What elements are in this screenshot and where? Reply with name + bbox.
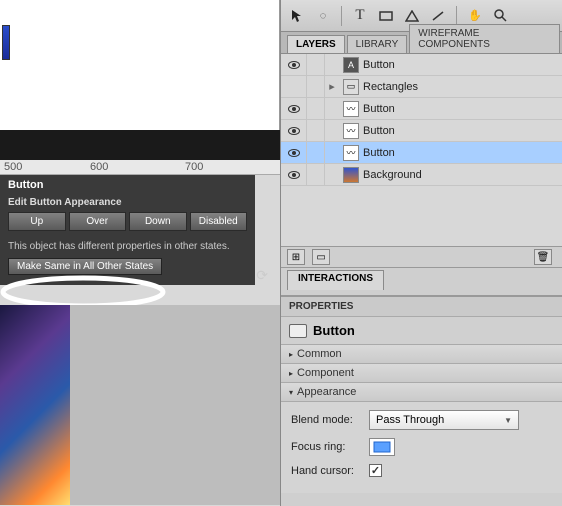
state-over-button[interactable]: Over (69, 212, 127, 231)
focus-ring-swatch[interactable] (369, 438, 395, 456)
tab-library[interactable]: LIBRARY (347, 35, 408, 53)
panel-subtitle: Edit Button Appearance (8, 197, 247, 208)
delete-layer-button[interactable]: 🗑 (534, 249, 552, 265)
state-down-button[interactable]: Down (129, 212, 187, 231)
section-component[interactable]: ▸Component (281, 364, 562, 383)
expand-icon[interactable]: ▸ (325, 80, 339, 93)
layer-row[interactable]: Background (281, 164, 562, 186)
hand-cursor-checkbox[interactable]: ✓ (369, 464, 382, 477)
canvas-top (0, 0, 280, 130)
image-layer-icon (343, 167, 359, 183)
eye-icon[interactable] (288, 149, 300, 157)
zoom-tool-icon[interactable] (493, 8, 509, 24)
component-title: Button (281, 317, 562, 344)
selection-handle[interactable] (2, 25, 10, 60)
blend-mode-label: Blend mode: (291, 414, 361, 426)
sync-icon[interactable]: ⟳ (256, 267, 268, 284)
swirl-layer-icon: 〰 (343, 101, 359, 117)
text-tool-icon[interactable]: T (352, 8, 368, 24)
state-disabled-button[interactable]: Disabled (190, 212, 248, 231)
layer-row[interactable]: 〰 Button (281, 120, 562, 142)
states-note: This object has different properties in … (8, 241, 247, 252)
component-icon (289, 324, 307, 338)
focus-ring-label: Focus ring: (291, 441, 361, 453)
section-common[interactable]: ▸Common (281, 345, 562, 364)
hand-cursor-label: Hand cursor: (291, 465, 361, 477)
state-up-button[interactable]: Up (8, 212, 66, 231)
rectangle-tool-icon[interactable] (378, 8, 394, 24)
eye-icon[interactable] (288, 127, 300, 135)
layer-row[interactable]: 〰 Button (281, 98, 562, 120)
hand-tool-icon[interactable]: ✋ (467, 8, 483, 24)
swirl-layer-icon: 〰 (343, 145, 359, 161)
canvas-header: ⟳ (0, 130, 280, 160)
layer-row[interactable]: A Button (281, 54, 562, 76)
folder-icon: ▭ (343, 79, 359, 95)
swirl-layer-icon: 〰 (343, 123, 359, 139)
subselect-tool-icon[interactable]: ◌ (315, 8, 331, 24)
tab-interactions[interactable]: INTERACTIONS (287, 270, 384, 290)
layers-list: A Button ▸ ▭ Rectangles 〰 Button 〰 Butto… (281, 54, 562, 246)
triangle-tool-icon[interactable] (404, 8, 420, 24)
properties-header: PROPERTIES (281, 297, 562, 317)
layer-row[interactable]: ▸ ▭ Rectangles (281, 76, 562, 98)
button-edit-panel: Button Edit Button Appearance Up Over Do… (0, 175, 255, 285)
eye-icon[interactable] (288, 171, 300, 179)
panel-tabs: LAYERS LIBRARY WIREFRAME COMPONENTS (281, 32, 562, 54)
tab-wireframe[interactable]: WIREFRAME COMPONENTS (409, 24, 560, 53)
eye-icon[interactable] (288, 61, 300, 69)
new-layer-button[interactable]: ⊞ (287, 249, 305, 265)
button-layer-icon: A (343, 57, 359, 73)
layers-toolbar: ⊞ ▭ 🗑 (281, 246, 562, 268)
line-tool-icon[interactable] (430, 8, 446, 24)
selection-tool-icon[interactable] (289, 8, 305, 24)
background-image (0, 305, 70, 505)
eye-icon[interactable] (288, 105, 300, 113)
section-appearance[interactable]: ▾Appearance (281, 383, 562, 402)
blend-mode-dropdown[interactable]: Pass Through▼ (369, 410, 519, 430)
tab-layers[interactable]: LAYERS (287, 35, 345, 53)
ruler: 500 600 700 (0, 160, 280, 175)
canvas-area[interactable] (70, 305, 280, 505)
make-same-button[interactable]: Make Same in All Other States (8, 258, 162, 275)
new-folder-button[interactable]: ▭ (312, 249, 330, 265)
layer-row[interactable]: 〰 Button (281, 142, 562, 164)
panel-title: Button (8, 179, 247, 191)
